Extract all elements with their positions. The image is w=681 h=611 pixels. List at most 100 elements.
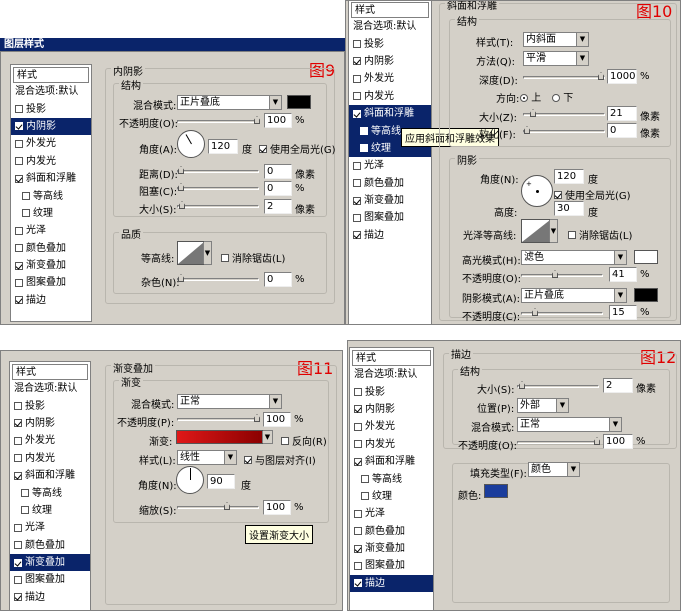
sidebar-item[interactable]: 渐变叠加 [350, 540, 433, 557]
sidebar-item[interactable]: 颜色叠加 [10, 537, 90, 554]
sidebar-item[interactable]: 混合选项:默认 [11, 83, 91, 100]
checkbox-icon[interactable] [15, 278, 23, 287]
sidebar-item[interactable]: 等高线 [350, 470, 433, 487]
sidebar-item[interactable]: 外发光 [10, 432, 90, 449]
sidebar-item[interactable]: 投影 [10, 397, 90, 414]
checkbox-icon[interactable] [568, 231, 576, 239]
angle-dial[interactable]: + [521, 175, 553, 207]
sidebar-item[interactable]: 纹理 [350, 488, 433, 505]
blend-mode-select[interactable]: 正常 ▼ [177, 394, 282, 409]
checkbox-icon[interactable] [14, 454, 22, 463]
size-field[interactable]: 2 [603, 378, 633, 393]
sidebar-item[interactable]: 颜色叠加 [350, 523, 433, 540]
checkbox-icon[interactable] [353, 161, 361, 170]
technique-select[interactable]: 平滑 ▼ [523, 51, 589, 66]
angle-dial[interactable] [177, 130, 205, 158]
sidebar-item[interactable]: 光泽 [349, 157, 431, 174]
angle-field[interactable]: 120 [554, 169, 584, 184]
checkbox-icon[interactable] [353, 92, 361, 101]
sidebar-item[interactable]: 投影 [349, 35, 431, 52]
opacity-slider[interactable] [177, 414, 260, 422]
sidebar-item[interactable]: 描边 [349, 227, 431, 244]
sidebar-item[interactable]: 渐变叠加 [349, 192, 431, 209]
checkbox-icon[interactable] [14, 523, 22, 532]
opacity-field[interactable]: 100 [264, 113, 292, 128]
highlight-mode-select[interactable]: 滤色 ▼ [521, 250, 627, 265]
style-select[interactable]: 线性 ▼ [177, 450, 237, 465]
sidebar-item[interactable]: 图案叠加 [10, 571, 90, 588]
checkbox-icon[interactable] [21, 506, 29, 515]
checkbox-icon[interactable] [14, 419, 22, 428]
gradient-dropdown[interactable]: ▼ [262, 430, 273, 444]
checkbox-icon[interactable] [15, 244, 23, 253]
checkbox-icon[interactable] [14, 541, 22, 550]
fill-type-select[interactable]: 颜色 ▼ [528, 462, 580, 477]
shadow-color-swatch[interactable] [287, 95, 311, 109]
sidebar-item[interactable]: 描边 [11, 292, 91, 309]
altitude-field[interactable]: 30 [554, 201, 584, 216]
checkbox-icon[interactable] [15, 174, 23, 183]
shadow-opacity-field[interactable]: 15 [609, 305, 637, 320]
stroke-color-swatch[interactable] [484, 484, 508, 498]
checkbox-icon[interactable] [15, 296, 23, 305]
choke-field[interactable]: 0 [264, 181, 292, 196]
checkbox-icon[interactable] [353, 196, 361, 205]
angle-field[interactable]: 90 [207, 474, 235, 489]
size-field[interactable]: 2 [264, 199, 292, 214]
sidebar-item[interactable]: 混合选项:默认 [349, 18, 431, 35]
titlebar-layer-style[interactable]: 图层样式 [0, 38, 345, 51]
checkbox-icon[interactable] [353, 179, 361, 188]
checkbox-icon[interactable] [14, 436, 22, 445]
sidebar-item[interactable]: 颜色叠加 [11, 240, 91, 257]
checkbox-icon[interactable] [22, 192, 30, 201]
checkbox-icon[interactable] [14, 471, 22, 480]
sidebar-item[interactable]: 描边 [350, 574, 433, 593]
checkbox-icon[interactable] [22, 209, 30, 218]
checkbox-icon[interactable] [15, 157, 23, 166]
sidebar-item[interactable]: 颜色叠加 [349, 175, 431, 192]
sidebar-item[interactable]: 图案叠加 [11, 274, 91, 291]
checkbox-icon[interactable] [354, 544, 362, 553]
gloss-contour-dropdown[interactable]: ▼ [549, 219, 558, 243]
sidebar-item[interactable]: 等高线 [10, 484, 90, 501]
checkbox-icon[interactable] [354, 579, 362, 588]
sidebar-item[interactable]: 内阴影 [350, 401, 433, 418]
noise-field[interactable]: 0 [264, 272, 292, 287]
shadow-mode-select[interactable]: 正片叠底 ▼ [521, 288, 627, 303]
sidebar-item[interactable]: 内阴影 [349, 53, 431, 70]
opacity-field[interactable]: 100 [603, 434, 633, 449]
antialias-checkbox[interactable]: 消除锯齿(L) [221, 250, 285, 265]
checkbox-icon[interactable] [221, 254, 229, 262]
opacity-slider[interactable] [517, 437, 600, 445]
sidebar-item[interactable]: 投影 [11, 100, 91, 117]
sidebar-item[interactable]: 投影 [350, 383, 433, 400]
checkbox-icon[interactable] [354, 405, 362, 414]
sidebar-item[interactable]: 斜面和浮雕 [350, 453, 433, 470]
size-slider[interactable] [517, 381, 599, 389]
sidebar-item[interactable]: 纹理 [10, 502, 90, 519]
checkbox-icon[interactable] [354, 422, 362, 431]
angle-field[interactable]: 120 [208, 139, 238, 154]
global-light-checkbox[interactable]: 使用全局光(G) [259, 141, 336, 156]
checkbox-icon[interactable] [353, 109, 361, 118]
contour-picker[interactable] [177, 241, 205, 265]
blend-mode-select[interactable]: 正常 ▼ [517, 417, 622, 432]
checkbox-icon[interactable] [353, 40, 361, 49]
radio-icon[interactable] [552, 94, 560, 102]
align-layer-checkbox[interactable]: 与图层对齐(I) [244, 452, 316, 467]
sidebar-item[interactable]: 混合选项:默认 [350, 366, 433, 383]
style-select[interactable]: 内斜面 ▼ [523, 32, 589, 47]
choke-slider[interactable] [177, 183, 259, 191]
sidebar-item[interactable]: 内发光 [11, 153, 91, 170]
checkbox-icon[interactable] [281, 437, 289, 445]
sidebar-item[interactable]: 图案叠加 [350, 557, 433, 574]
noise-slider[interactable] [177, 274, 259, 282]
checkbox-icon[interactable] [259, 145, 267, 153]
checkbox-icon[interactable] [353, 231, 361, 240]
checkbox-icon[interactable] [361, 492, 369, 501]
scale-slider[interactable] [177, 502, 259, 510]
direction-up-radio[interactable]: 上 [520, 89, 541, 104]
antialias-checkbox[interactable]: 消除锯齿(L) [568, 227, 632, 242]
distance-field[interactable]: 0 [264, 164, 292, 179]
sidebar-item[interactable]: 内阴影 [10, 415, 90, 432]
